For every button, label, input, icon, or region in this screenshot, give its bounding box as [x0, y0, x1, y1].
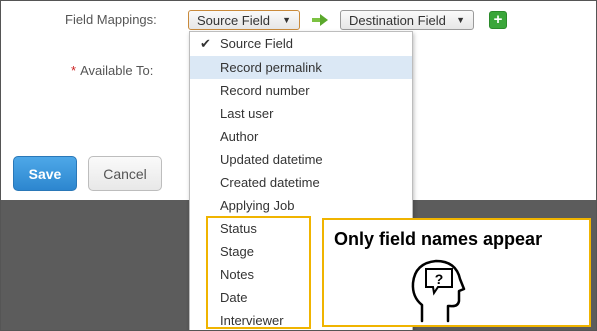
dropdown-item-author[interactable]: Author	[190, 125, 412, 148]
dropdown-item-label: Applying Job	[220, 198, 295, 213]
add-mapping-button[interactable]: +	[489, 11, 507, 29]
dropdown-item-label: Record number	[220, 83, 310, 98]
annotation-callout: Only field names appear ?	[322, 218, 591, 327]
available-to-label: * Available To:	[71, 63, 153, 78]
dropdown-item-label: Record permalink	[220, 60, 322, 75]
confused-head-icon: ?	[411, 259, 466, 323]
available-to-text: Available To:	[80, 63, 154, 78]
dropdown-item-label: Source Field	[220, 36, 293, 51]
dropdown-item-source-field[interactable]: ✔ Source Field	[190, 32, 412, 56]
arrow-right-icon	[312, 14, 328, 26]
checkmark-icon: ✔	[200, 36, 211, 51]
dropdown-item-label: Author	[220, 129, 259, 144]
screenshot-frame: Field Mappings: * Available To: Source Fi…	[0, 0, 597, 331]
caret-down-icon: ▼	[282, 15, 291, 25]
dropdown-item-label: Created datetime	[220, 175, 320, 190]
source-field-value: Source Field	[197, 12, 270, 28]
question-mark: ?	[435, 271, 444, 287]
caret-down-icon: ▼	[456, 15, 465, 25]
source-field-select[interactable]: Source Field ▼	[188, 10, 300, 30]
field-mappings-label: Field Mappings:	[65, 12, 157, 27]
callout-text: Only field names appear	[334, 229, 543, 249]
dropdown-item-record-permalink[interactable]: Record permalink	[190, 56, 412, 79]
dropdown-item-label: Updated datetime	[220, 152, 323, 167]
dropdown-item-label: Last user	[220, 106, 274, 121]
destination-field-select[interactable]: Destination Field ▼	[340, 10, 474, 30]
save-button[interactable]: Save	[13, 156, 77, 191]
dropdown-item-updated-datetime[interactable]: Updated datetime	[190, 148, 412, 171]
required-marker: *	[71, 63, 77, 78]
dropdown-item-applying-job[interactable]: Applying Job	[190, 194, 412, 217]
destination-field-value: Destination Field	[349, 12, 446, 28]
dropdown-item-record-number[interactable]: Record number	[190, 79, 412, 102]
highlight-box	[206, 216, 311, 329]
dropdown-item-created-datetime[interactable]: Created datetime	[190, 171, 412, 194]
dropdown-item-last-user[interactable]: Last user	[190, 102, 412, 125]
cancel-button[interactable]: Cancel	[88, 156, 162, 191]
